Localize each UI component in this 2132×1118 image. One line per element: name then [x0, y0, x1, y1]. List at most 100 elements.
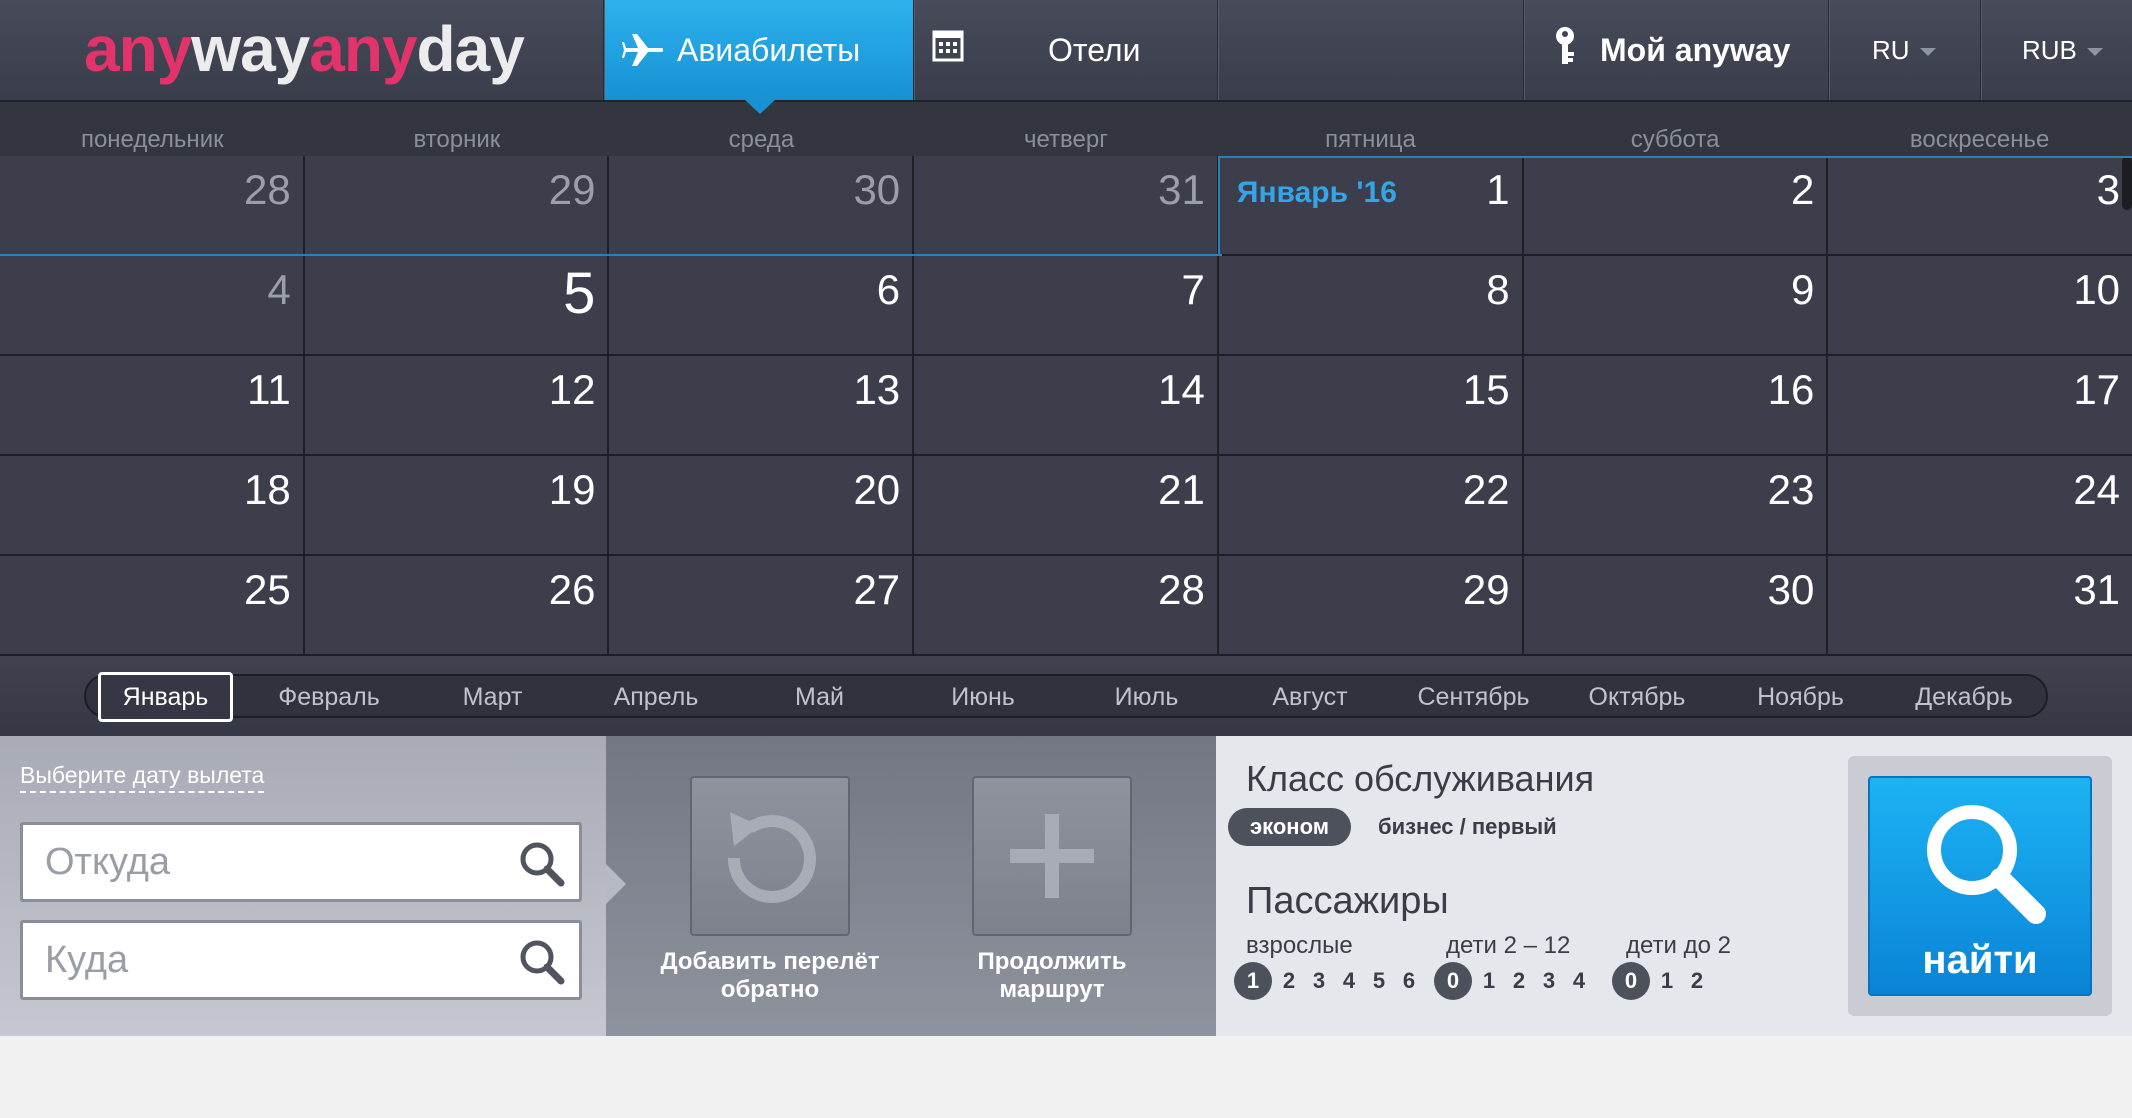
class-economy-option[interactable]: эконом	[1228, 808, 1352, 846]
to-field[interactable]	[20, 920, 582, 1000]
calendar-day[interactable]: 23	[1523, 456, 1827, 554]
calendar-day[interactable]: 31	[1828, 556, 2132, 654]
month-option[interactable]: Июль	[1079, 672, 1214, 722]
weekday-label: четверг	[1023, 126, 1108, 153]
calendar-day[interactable]: 25	[0, 556, 303, 654]
calendar-day[interactable]: 8	[1218, 256, 1522, 354]
month-option[interactable]: Июнь	[916, 672, 1051, 722]
calendar-day-number: 9	[1790, 266, 1815, 313]
calendar-day[interactable]: 26	[304, 556, 608, 654]
calendar-day-number: 23	[1767, 466, 1815, 513]
route-input-panel: Выберите дату вылета	[0, 736, 606, 1036]
calendar-day[interactable]: 9	[1523, 256, 1827, 354]
infants-count-option[interactable]: 2	[1682, 962, 1712, 1000]
calendar-week: 25 26 27 28 29 30 31	[0, 556, 2132, 654]
calendar-day[interactable]: 10	[1828, 256, 2132, 354]
calendar-day[interactable]: 3	[1828, 156, 2132, 254]
weekday-label: понедельник	[80, 126, 224, 153]
class-business-option[interactable]: бизнес / первый	[1378, 808, 1557, 846]
currency-select[interactable]: RUB	[2022, 0, 2122, 100]
calendar-day[interactable]: 29	[304, 156, 608, 254]
infants-count-option[interactable]: 0	[1612, 962, 1650, 1000]
calendar-day[interactable]: 28	[914, 556, 1217, 654]
calendar-day[interactable]: 18	[0, 456, 303, 554]
children-count-option[interactable]: 0	[1434, 962, 1472, 1000]
search-button-label: найти	[1922, 938, 2038, 982]
month-option[interactable]: Март	[425, 672, 560, 722]
calendar-day[interactable]: 29	[1218, 556, 1522, 654]
select-date-hint[interactable]: Выберите дату вылета	[20, 762, 265, 793]
children-count-option[interactable]: 3	[1534, 962, 1564, 1000]
month-option[interactable]: Май	[752, 672, 887, 722]
calendar-day-number: 16	[1767, 366, 1815, 413]
scrollbar[interactable]	[2122, 156, 2132, 210]
tab-flights[interactable]: Авиабилеты	[605, 0, 913, 100]
month-option[interactable]: Январь	[98, 672, 233, 722]
search-icon	[519, 939, 565, 990]
calendar-day[interactable]: Январь '16 1	[1218, 156, 1522, 254]
tab-hotels[interactable]: Отели	[932, 0, 1217, 100]
calendar-day[interactable]: 17	[1828, 356, 2132, 454]
from-input[interactable]	[45, 825, 505, 899]
calendar-day[interactable]: 22	[1218, 456, 1522, 554]
return-arrow-icon	[727, 812, 816, 903]
search-icon	[1916, 794, 2052, 935]
calendar-day[interactable]: 11	[0, 356, 303, 454]
calendar-day[interactable]: 31	[914, 156, 1217, 254]
continue-route-button[interactable]	[972, 776, 1132, 936]
calendar-day[interactable]: 4	[0, 256, 303, 354]
weekday-label: пятница	[1325, 126, 1416, 153]
key-icon	[1552, 26, 1578, 74]
divider	[1980, 0, 1982, 100]
calendar-day[interactable]: 19	[304, 456, 608, 554]
month-option[interactable]: Апрель	[589, 672, 724, 722]
from-field[interactable]	[20, 822, 582, 902]
calendar-day[interactable]: 6	[609, 256, 913, 354]
month-option[interactable]: Август	[1243, 672, 1378, 722]
adults-count-option[interactable]: 2	[1274, 962, 1304, 1000]
month-option[interactable]: Декабрь	[1897, 672, 2032, 722]
calendar-day-number: 20	[853, 466, 901, 513]
language-select[interactable]: RU	[1872, 0, 1952, 100]
adults-selector: 123456	[1234, 962, 1424, 1000]
calendar-day[interactable]: 28	[0, 156, 303, 254]
calendar-day[interactable]: 5	[304, 256, 608, 354]
adults-count-option[interactable]: 1	[1234, 962, 1272, 1000]
adults-count-option[interactable]: 4	[1334, 962, 1364, 1000]
month-selector: Январь Февраль Март Апрель Май Июнь Июль Август…	[0, 656, 2132, 736]
calendar-day[interactable]: 24	[1828, 456, 2132, 554]
my-account-label: Мой anyway	[1600, 31, 1791, 68]
calendar-day[interactable]: 14	[914, 356, 1217, 454]
to-input[interactable]	[45, 923, 505, 997]
calendar-day-number: 11	[247, 366, 291, 413]
add-return-flight-button[interactable]	[690, 776, 850, 936]
month-option[interactable]: Октябрь	[1570, 672, 1705, 722]
children-count-option[interactable]: 2	[1504, 962, 1534, 1000]
infants-count-option[interactable]: 1	[1652, 962, 1682, 1000]
month-option[interactable]: Ноябрь	[1733, 672, 1868, 722]
search-button[interactable]: найти	[1868, 776, 2092, 996]
adults-count-option[interactable]: 6	[1394, 962, 1424, 1000]
month-option[interactable]: Февраль	[262, 672, 397, 722]
calendar-day[interactable]: 7	[914, 256, 1217, 354]
children-count-option[interactable]: 4	[1564, 962, 1594, 1000]
calendar-day[interactable]: 30	[609, 156, 913, 254]
calendar-day[interactable]: 16	[1523, 356, 1827, 454]
continue-route-label: Продолжить маршрут	[977, 948, 1127, 1003]
calendar-day[interactable]: 27	[609, 556, 913, 654]
calendar-day[interactable]: 13	[609, 356, 913, 454]
children-count-option[interactable]: 1	[1474, 962, 1504, 1000]
my-account-button[interactable]: Мой anyway	[1552, 0, 1822, 100]
calendar-day[interactable]: 15	[1218, 356, 1522, 454]
month-option[interactable]: Сентябрь	[1406, 672, 1541, 722]
calendar-day[interactable]: 20	[609, 456, 913, 554]
calendar-day[interactable]: 21	[914, 456, 1217, 554]
logo[interactable]: anywayanyday	[84, 14, 525, 84]
calendar-day[interactable]: 2	[1523, 156, 1827, 254]
adults-count-option[interactable]: 5	[1364, 962, 1394, 1000]
calendar-day[interactable]: 30	[1523, 556, 1827, 654]
adults-count-option[interactable]: 3	[1304, 962, 1334, 1000]
panel-pointer	[606, 864, 626, 904]
calendar-day[interactable]: 12	[304, 356, 608, 454]
language-value: RU	[1872, 34, 1910, 65]
